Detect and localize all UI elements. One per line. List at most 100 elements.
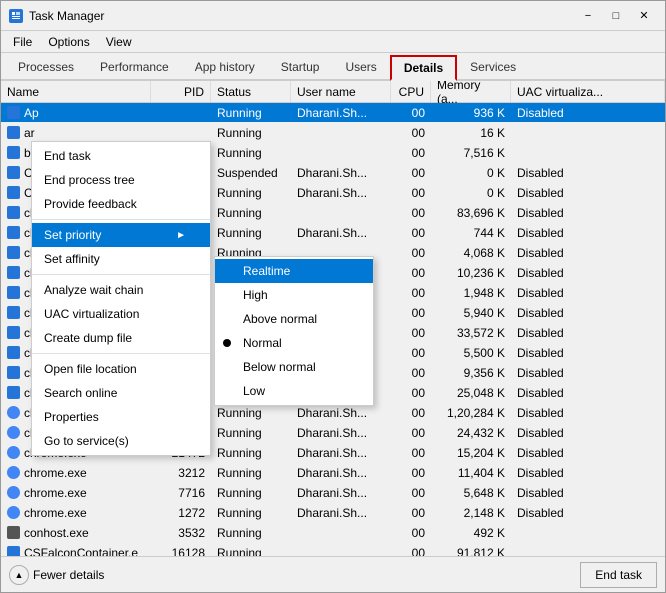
cell-uac [511,132,665,134]
cell-status: Running [211,445,291,461]
table-row[interactable]: Ap Running Dharani.Sh... 00 936 K Disabl… [1,103,665,123]
table-row[interactable]: chrome.exe 1272 Running Dharani.Sh... 00… [1,503,665,523]
table-row[interactable]: chrome.exe 3212 Running Dharani.Sh... 00… [1,463,665,483]
cell-mem: 15,204 K [431,445,511,461]
cell-status: Running [211,205,291,221]
process-icon [7,466,20,479]
cell-cpu: 00 [391,365,431,381]
tab-services[interactable]: Services [457,53,529,79]
cell-mem: 4,068 K [431,245,511,261]
submenu-item-below-normal[interactable]: Below normal [215,355,373,379]
cell-uac: Disabled [511,445,665,461]
table-row[interactable]: chrome.exe 7716 Running Dharani.Sh... 00… [1,483,665,503]
submenu-item-high[interactable]: High [215,283,373,307]
cm-separator-1 [32,219,210,220]
submenu-item-realtime[interactable]: Realtime [215,259,373,283]
table-row[interactable]: ar Running 00 16 K [1,123,665,143]
cell-uac: Disabled [511,325,665,341]
cell-name: conhost.exe [1,525,151,541]
process-name: CSFalconContainer.e [24,546,138,557]
col-pid[interactable]: PID [151,81,211,102]
process-icon [7,226,20,239]
cm-go-to-services[interactable]: Go to service(s) [32,429,210,453]
process-icon [7,166,20,179]
cell-cpu: 00 [391,405,431,421]
submenu-item-normal[interactable]: Normal [215,331,373,355]
tab-startup[interactable]: Startup [268,53,333,79]
minimize-button[interactable]: − [575,6,601,26]
cm-properties[interactable]: Properties [32,405,210,429]
col-user[interactable]: User name [291,81,391,102]
context-menu: End task End process tree Provide feedba… [31,141,211,456]
cell-cpu: 00 [391,145,431,161]
cell-uac: Disabled [511,505,665,521]
process-icon [7,106,20,119]
cm-analyze-wait-chain[interactable]: Analyze wait chain [32,278,210,302]
end-task-button[interactable]: End task [580,562,657,588]
process-icon [7,266,20,279]
cell-cpu: 00 [391,185,431,201]
cm-separator-2 [32,274,210,275]
process-icon [7,206,20,219]
cell-uac: Disabled [511,265,665,281]
tab-bar: Processes Performance App history Startu… [1,53,665,81]
cell-status: Running [211,185,291,201]
process-icon [7,406,20,419]
maximize-button[interactable]: □ [603,6,629,26]
process-name: chrome.exe [24,486,87,500]
cell-user: Dharani.Sh... [291,185,391,201]
tab-users[interactable]: Users [332,53,389,79]
process-name: Ap [24,106,39,120]
cell-user: Dharani.Sh... [291,405,391,421]
cell-uac: Disabled [511,185,665,201]
cm-create-dump-file[interactable]: Create dump file [32,326,210,350]
cm-set-affinity[interactable]: Set affinity [32,247,210,271]
menu-options[interactable]: Options [40,33,97,51]
cm-end-process-tree[interactable]: End process tree [32,168,210,192]
tab-details[interactable]: Details [390,55,457,81]
submenu-item-low[interactable]: Low [215,379,373,403]
cell-cpu: 00 [391,425,431,441]
col-cpu[interactable]: CPU [391,81,431,102]
cm-end-task[interactable]: End task [32,144,210,168]
process-icon [7,446,20,459]
title-bar-left: Task Manager [9,9,104,23]
cm-uac-virtualization[interactable]: UAC virtualization [32,302,210,326]
menu-view[interactable]: View [98,33,140,51]
cm-set-priority-label: Set priority [44,228,101,242]
cm-open-file-location[interactable]: Open file location [32,357,210,381]
cell-cpu: 00 [391,445,431,461]
cell-pid: 16128 [151,545,211,557]
cell-user [291,212,391,214]
cell-cpu: 00 [391,125,431,141]
cell-mem: 1,20,284 K [431,405,511,421]
tab-app-history[interactable]: App history [182,53,268,79]
col-mem[interactable]: Memory (a... [431,81,511,102]
table-row[interactable]: conhost.exe 3532 Running 00 492 K [1,523,665,543]
cell-status: Running [211,125,291,141]
tab-processes[interactable]: Processes [5,53,87,79]
col-status[interactable]: Status [211,81,291,102]
cell-cpu: 00 [391,505,431,521]
cell-cpu: 00 [391,545,431,557]
submenu-item-above-normal[interactable]: Above normal [215,307,373,331]
table-row[interactable]: CSFalconContainer.e 16128 Running 00 91,… [1,543,665,556]
process-icon [7,286,20,299]
cm-set-priority[interactable]: Set priority ► [32,223,210,247]
submenu-priority: RealtimeHigh Above normal NormalBelow norm… [214,256,374,406]
submenu-item-label: Above normal [243,312,317,326]
cell-user [291,132,391,134]
cell-user: Dharani.Sh... [291,105,391,121]
col-name[interactable]: Name [1,81,151,102]
menu-file[interactable]: File [5,33,40,51]
fewer-details-button[interactable]: ▲ Fewer details [9,565,104,585]
col-uac[interactable]: UAC virtualiza... [511,81,665,102]
cell-user: Dharani.Sh... [291,425,391,441]
cell-mem: 936 K [431,105,511,121]
cm-search-online[interactable]: Search online [32,381,210,405]
submenu-item-label: Low [243,384,265,398]
cell-uac: Disabled [511,105,665,121]
cm-provide-feedback[interactable]: Provide feedback [32,192,210,216]
close-button[interactable]: ✕ [631,6,657,26]
tab-performance[interactable]: Performance [87,53,182,79]
